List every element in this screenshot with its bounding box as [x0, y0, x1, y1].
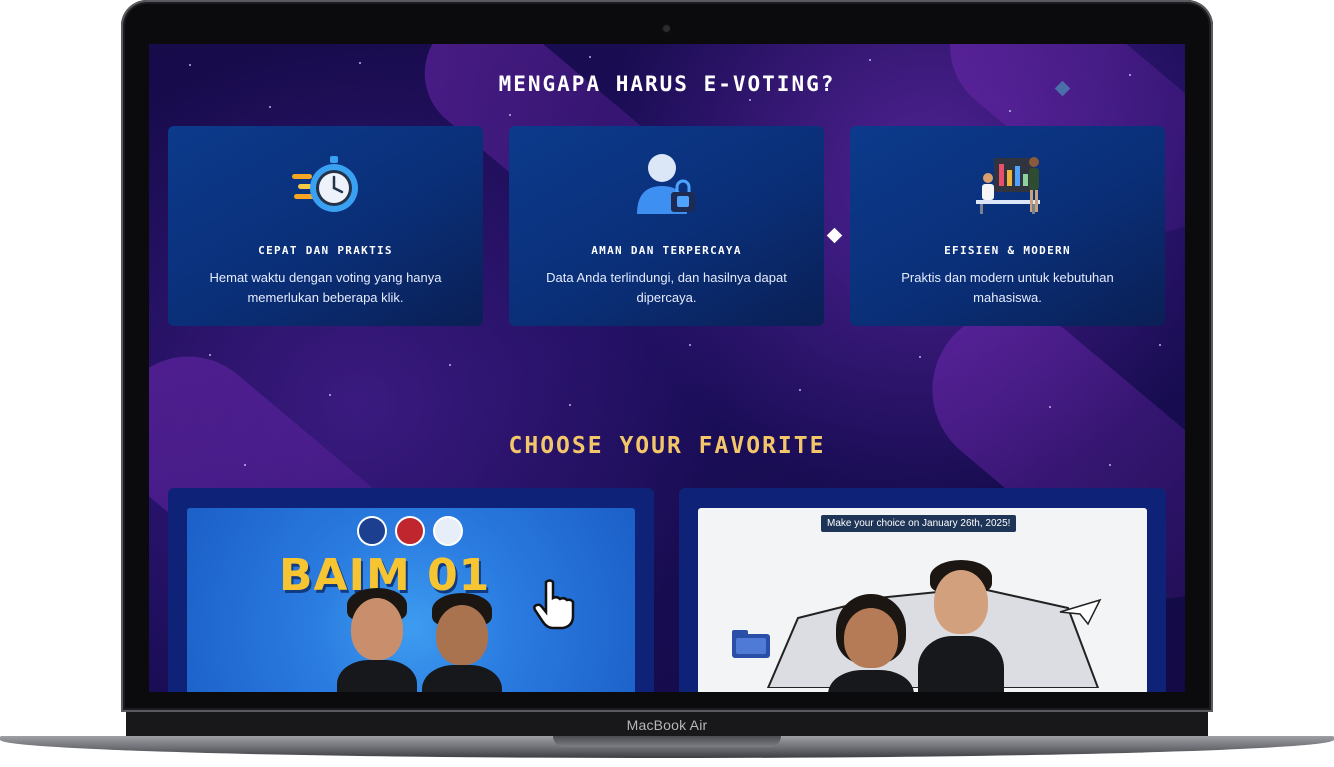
feature-description: Hemat waktu dengan voting yang hanya mem… [209, 270, 442, 305]
laptop-chin: MacBook Air [126, 712, 1208, 738]
secure-user-icon [636, 154, 695, 214]
feature-title: EFISIEN & MODERN [944, 244, 1071, 257]
star [689, 344, 691, 346]
star [189, 64, 191, 66]
feature-card-fast: CEPAT DAN PRAKTIS Hemat waktu dengan vot… [168, 126, 483, 326]
star [1109, 464, 1111, 466]
candidate-list: BAIM 01 Make your choice on January 26th… [168, 488, 1166, 692]
feature-title: AMAN DAN TERPERCAYA [591, 244, 742, 257]
star [509, 114, 511, 116]
star [589, 56, 591, 58]
star [359, 62, 361, 64]
feature-card-efficient: EFISIEN & MODERN Praktis dan modern untu… [850, 126, 1165, 326]
choose-section-title: CHOOSE YOUR FAVORITE [508, 433, 826, 459]
feature-list: CEPAT DAN PRAKTIS Hemat waktu dengan vot… [168, 126, 1166, 326]
screen: MENGAPA HARUS E-VOTING? CEPAT DAN PRAKTI… [149, 44, 1185, 692]
university-logo-icon [357, 516, 387, 546]
device-brand-label: MacBook Air [626, 717, 708, 733]
candidate-photo [828, 594, 914, 692]
laptop-notch [553, 736, 781, 747]
team-dashboard-icon [975, 157, 1040, 214]
candidate-photo [918, 560, 1004, 692]
star [244, 464, 246, 466]
star [449, 364, 451, 366]
star [569, 404, 571, 406]
star [919, 356, 921, 358]
folder-icon [732, 630, 770, 658]
star [799, 389, 801, 391]
hand-pointer-icon [533, 579, 575, 630]
star [269, 106, 271, 108]
star [1049, 406, 1051, 408]
star [1159, 344, 1161, 346]
star [869, 59, 871, 61]
star [329, 394, 331, 396]
feature-card-secure: AMAN DAN TERPERCAYA Data Anda terlindung… [509, 126, 824, 326]
candidate-poster[interactable]: Make your choice on January 26th, 2025! [698, 508, 1147, 692]
candidate-photo [422, 593, 502, 692]
paper-plane-icon [1059, 598, 1102, 626]
candidate-card-2[interactable]: Make your choice on January 26th, 2025! [679, 488, 1166, 692]
star [209, 354, 211, 356]
star [1009, 110, 1011, 112]
feature-description: Praktis dan modern untuk kebutuhan mahas… [901, 270, 1114, 305]
institution-logos [357, 516, 463, 546]
organization-logo-icon [433, 516, 463, 546]
feature-description: Data Anda terlindungi, dan hasilnya dapa… [546, 270, 787, 305]
feature-title: CEPAT DAN PRAKTIS [258, 244, 393, 257]
election-date-tag: Make your choice on January 26th, 2025! [821, 515, 1017, 532]
faculty-logo-icon [395, 516, 425, 546]
camera-icon [663, 25, 670, 32]
why-section-title: MENGAPA HARUS E-VOTING? [498, 72, 836, 96]
stopwatch-icon [291, 156, 358, 212]
star [749, 99, 751, 101]
candidate-poster[interactable]: BAIM 01 [187, 508, 635, 692]
candidate-card-1[interactable]: BAIM 01 [168, 488, 654, 692]
candidate-photo [337, 588, 417, 692]
